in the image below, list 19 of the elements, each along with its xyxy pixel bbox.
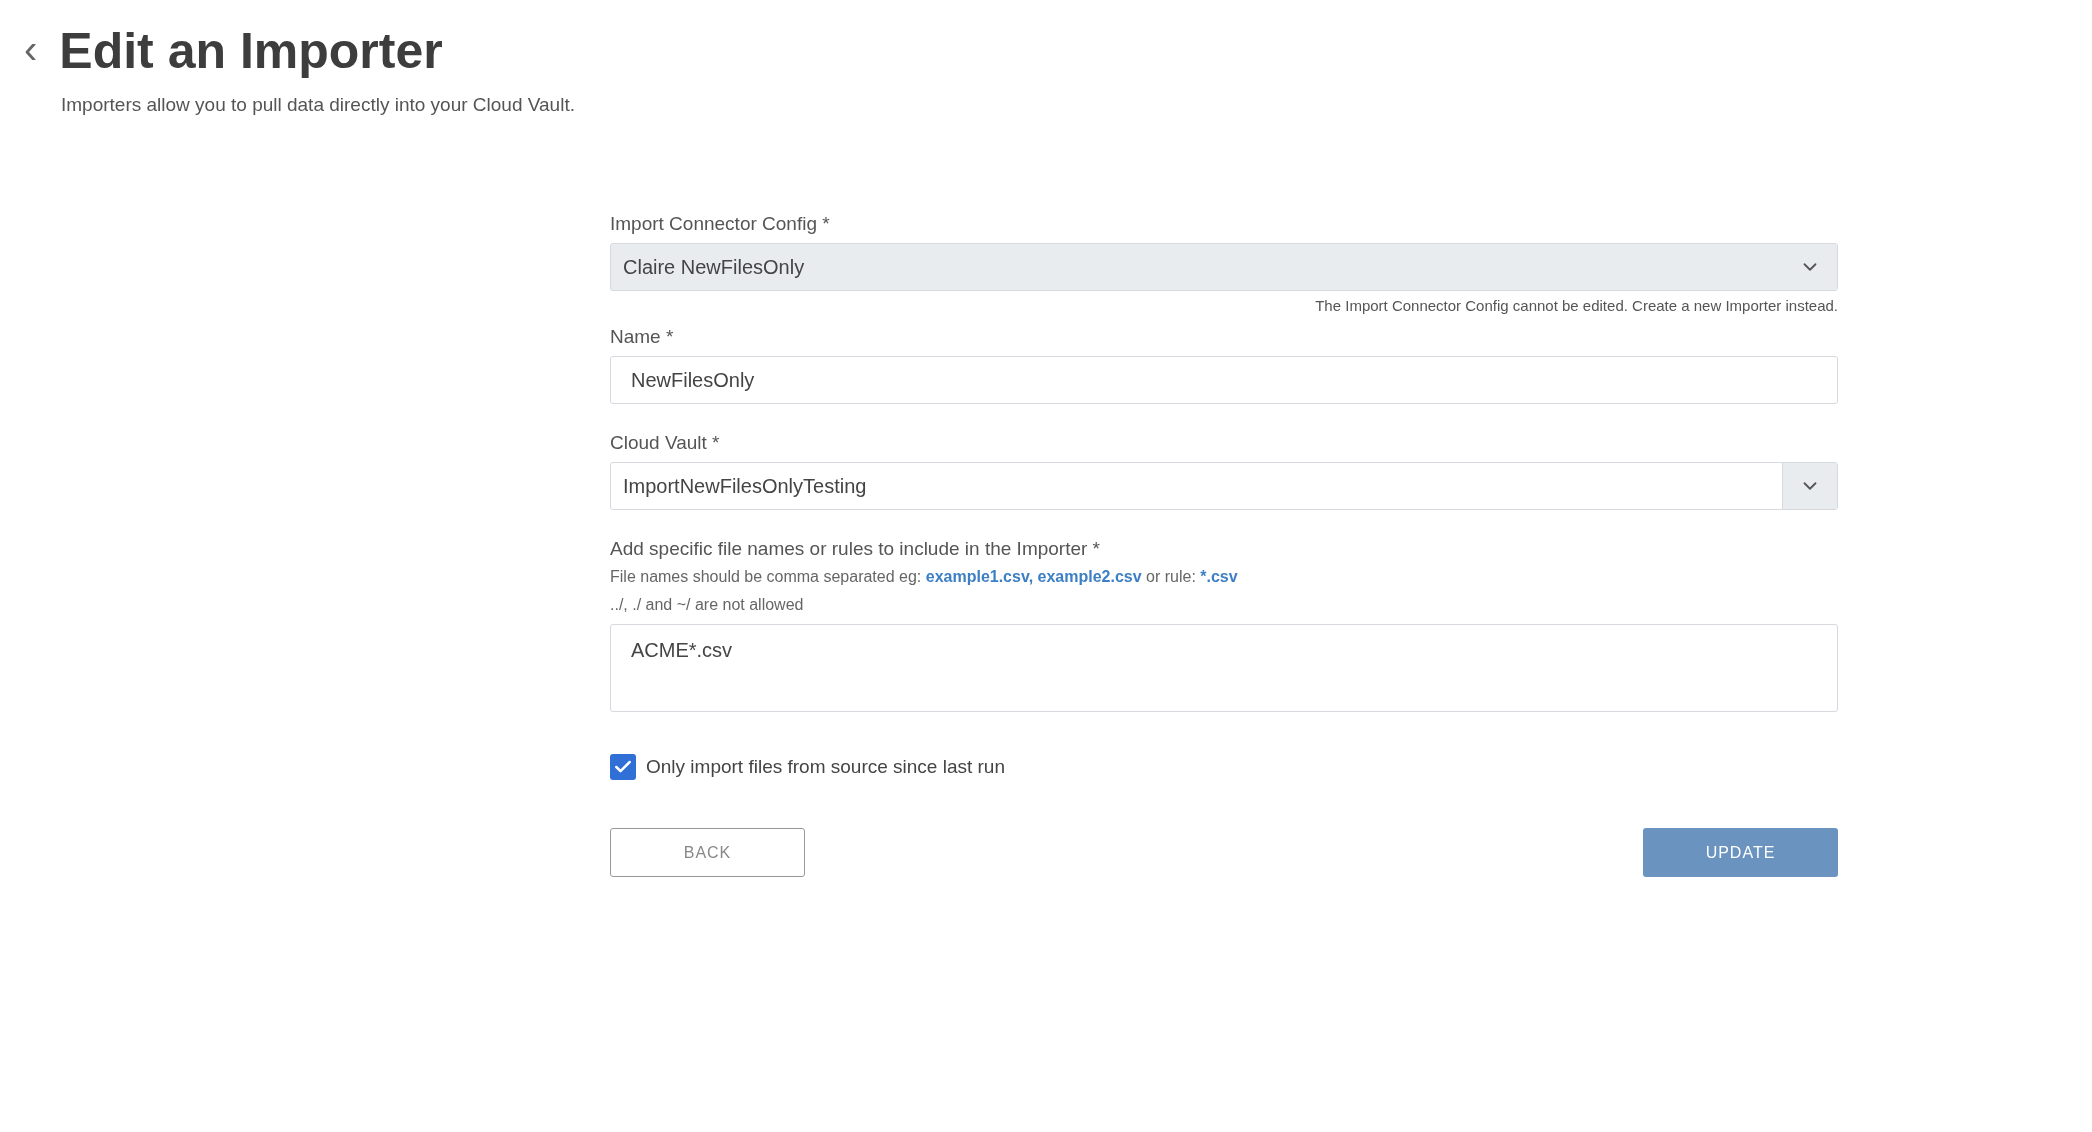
back-icon[interactable]: ‹ xyxy=(24,29,38,69)
input-field[interactable]: NewFilesOnly xyxy=(610,356,1838,404)
back-button[interactable]: BACK xyxy=(610,828,805,877)
field-label: Name * xyxy=(610,326,675,348)
select-field[interactable]: ImportNewFilesOnlyTesting xyxy=(610,462,1838,510)
text-area[interactable]: ACME*.csv xyxy=(610,624,1838,712)
example-link[interactable]: example1.csv, example2.csv xyxy=(925,568,1142,585)
field-label: Import Connector Config * xyxy=(610,213,831,235)
warning-text: ../, ./ and ~/ are not allowed xyxy=(610,596,805,614)
page-subtitle: Importers allow you to pull data directly into your Cloud Vault. xyxy=(61,94,576,116)
hint-text: File names should be comma separated eg: example1.csv, example2.csv or rule: *.csv xyxy=(610,568,1239,586)
field-note: The Import Connector Config cannot be edited. Create a new Importer instead. xyxy=(1315,297,1838,314)
checkbox[interactable] xyxy=(610,754,636,780)
rule-link[interactable]: *.csv xyxy=(1200,568,1238,585)
field-label: Cloud Vault * xyxy=(610,432,721,454)
field-label: Add specific file names or rules to include in the Importer * xyxy=(610,538,1101,560)
page-title: Edit an Importer xyxy=(59,22,443,80)
checkbox-label: Only import files from source since last run xyxy=(646,756,1005,778)
update-button[interactable]: UPDATE xyxy=(1643,828,1838,877)
